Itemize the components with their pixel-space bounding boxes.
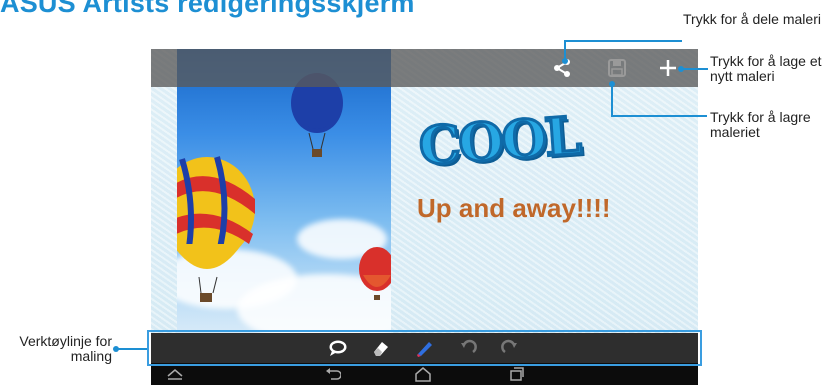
- save-callout-line: [611, 115, 707, 117]
- recent-apps-icon[interactable]: [507, 365, 527, 383]
- share-callout-dot: [562, 58, 568, 64]
- toolbar-callout-text: Verktøylinje for maling: [19, 333, 112, 364]
- new-callout-line: [682, 68, 708, 70]
- back-icon[interactable]: [323, 365, 343, 383]
- action-bar: [151, 49, 698, 87]
- toolbar-callout-line: [117, 348, 147, 350]
- android-nav-bar: [151, 363, 698, 385]
- cool-heading-art: COOL: [416, 104, 583, 179]
- toolbar-callout-dot: [113, 346, 119, 352]
- balloons-image: [177, 73, 391, 302]
- share-callout-line: [564, 40, 682, 42]
- save-callout-dot: [609, 81, 615, 87]
- share-callout-text: Trykk for å dele maleri: [683, 11, 821, 27]
- save-callout-text: Trykk for å lagre maleriet: [710, 109, 811, 140]
- home-icon[interactable]: [413, 365, 433, 383]
- new-callout-text: Trykk for å lage et nytt maleri: [710, 53, 822, 84]
- new-callout-dot: [678, 66, 684, 72]
- toolbar-highlight-box: [147, 330, 702, 366]
- page-title: ASUS Artists redigeringsskjerm: [0, 0, 415, 18]
- save-icon[interactable]: [604, 55, 630, 81]
- canvas-caption: Up and away!!!!: [417, 193, 611, 223]
- save-callout-line: [611, 84, 613, 116]
- balloon-photo: [177, 49, 391, 333]
- collapse-icon[interactable]: [165, 365, 185, 383]
